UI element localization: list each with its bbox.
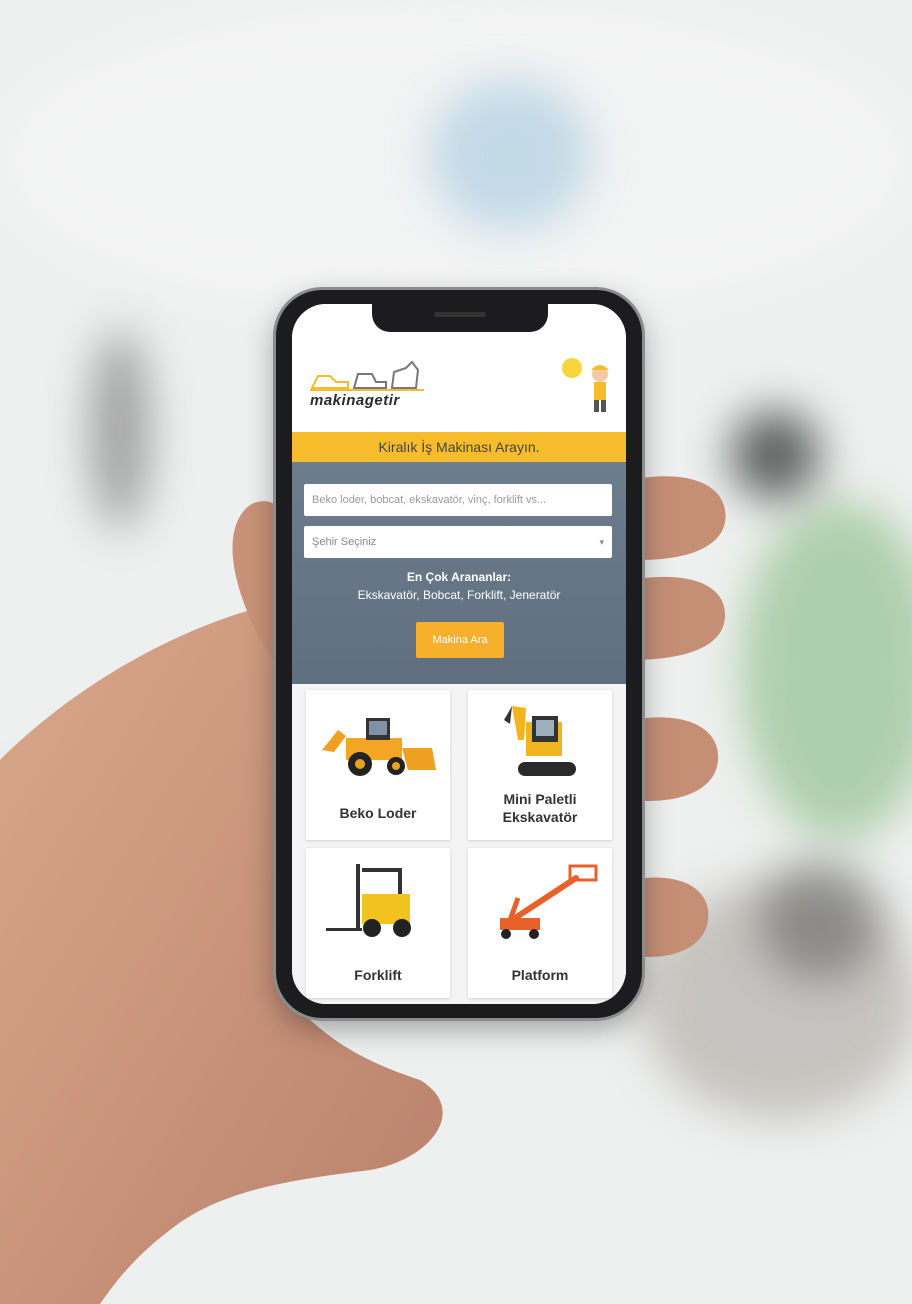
search-panel: Şehir Seçiniz ▾ En Çok Arananlar: Ekskav…: [292, 462, 626, 684]
category-card-mini-paletli-ekskavator[interactable]: Mini Paletli Ekskavatör: [468, 690, 612, 840]
site-logo[interactable]: makinagetir: [308, 358, 428, 414]
phone-notch: [372, 304, 548, 332]
popular-searches-list[interactable]: Ekskavatör, Bobcat, Forklift, Jeneratör: [292, 588, 626, 602]
logo-wordmark: makinagetir: [310, 392, 400, 409]
category-grid: Beko Loder Mini Paletli Ekskavatör Forkl…: [292, 684, 626, 1004]
search-button[interactable]: Makina Ara: [416, 622, 504, 658]
category-card-beko-loder[interactable]: Beko Loder: [306, 690, 450, 840]
phone-screen: makinagetir Kiralık İş Makinası Arayın. …: [292, 304, 626, 1004]
category-card-platform[interactable]: Platform: [468, 848, 612, 998]
forklift-icon: [326, 864, 411, 937]
city-select-value: Şehir Seçiniz: [312, 536, 377, 548]
city-select[interactable]: Şehir Seçiniz ▾: [304, 526, 612, 558]
category-label: Platform: [511, 967, 569, 983]
category-label: Beko Loder: [339, 805, 417, 821]
category-label: Mini Paletli Ekskavatör: [502, 791, 578, 825]
boom-lift-icon: [500, 864, 598, 939]
mini-excavator-icon: [504, 706, 576, 776]
backhoe-loader-icon: [322, 718, 436, 776]
machines-outline-icon: [310, 360, 424, 391]
smartphone: makinagetir Kiralık İş Makinası Arayın. …: [276, 290, 642, 1018]
chevron-down-icon: ▾: [599, 537, 604, 547]
category-label: Forklift: [354, 967, 402, 983]
worker-mascot-icon: [562, 358, 609, 412]
category-card-forklift[interactable]: Forklift: [306, 848, 450, 998]
search-banner: Kiralık İş Makinası Arayın.: [292, 432, 626, 462]
popular-searches-title: En Çok Arananlar:: [406, 570, 512, 584]
machine-search-input[interactable]: [304, 484, 612, 516]
